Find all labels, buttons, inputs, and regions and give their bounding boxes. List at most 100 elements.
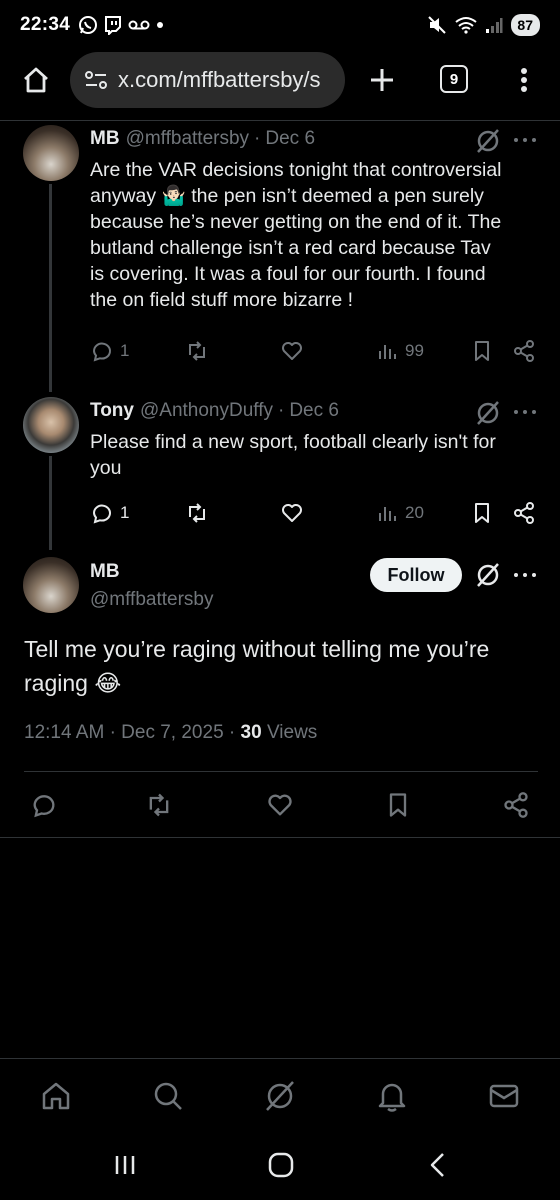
repost-icon — [189, 503, 205, 523]
bookmark-icon — [475, 341, 489, 361]
twitch-icon — [105, 16, 122, 35]
views-button[interactable]: 20 — [375, 501, 424, 525]
author-handle[interactable]: @mffbattersby — [90, 589, 213, 611]
like-button[interactable] — [280, 501, 304, 525]
reply-button[interactable]: 1 — [90, 501, 129, 525]
main-tweet-text: Tell me you’re raging without telling me… — [24, 636, 490, 696]
mute-icon — [428, 16, 447, 34]
repost-icon — [149, 793, 169, 817]
tweet-text: Are the VAR decisions tonight that contr… — [90, 159, 502, 311]
heart-icon — [282, 342, 302, 360]
thread-connector — [49, 184, 52, 392]
reply-icon — [33, 795, 55, 818]
url-text[interactable]: x.com/mffbattersby/s — [118, 67, 321, 93]
browser-menu-button[interactable] — [512, 62, 536, 98]
toolbar-divider — [0, 120, 560, 121]
views-label: Views — [266, 722, 318, 743]
share-button[interactable] — [512, 339, 536, 363]
reply-button[interactable]: 1 — [90, 339, 129, 363]
grok-icon[interactable] — [475, 128, 501, 154]
author-handle[interactable]: @AnthonyDuffy — [140, 400, 273, 422]
home-button-icon[interactable] — [267, 1151, 295, 1179]
tweet-time[interactable]: 12:14 AM — [24, 722, 104, 743]
share-icon — [504, 792, 528, 818]
share-button[interactable] — [512, 501, 536, 525]
author-name[interactable]: MB — [90, 561, 120, 583]
view-count: 99 — [405, 341, 424, 360]
home-button[interactable] — [18, 62, 54, 98]
tweet-actions: 1 99 — [90, 339, 540, 367]
bookmark-icon — [389, 793, 407, 817]
thread-connector — [49, 456, 52, 550]
grok-icon[interactable] — [263, 1079, 297, 1113]
more-options-icon[interactable] — [514, 136, 536, 144]
tweet-date[interactable]: Dec 6 — [289, 400, 339, 422]
views-button[interactable]: 99 — [375, 339, 424, 363]
grok-icon[interactable] — [475, 562, 501, 588]
back-icon[interactable] — [426, 1151, 450, 1179]
main-tweet-actions — [30, 791, 530, 819]
like-button[interactable] — [266, 791, 294, 819]
heart-icon — [282, 504, 302, 522]
tweet-actions: 1 20 — [90, 501, 540, 529]
voicemail-icon — [128, 20, 150, 30]
bookmark-button[interactable] — [470, 501, 494, 525]
bookmark-icon — [475, 503, 489, 523]
share-button[interactable] — [502, 791, 530, 819]
avatar[interactable] — [23, 125, 79, 181]
reply-count: 1 — [120, 341, 130, 360]
avatar[interactable] — [23, 557, 79, 613]
bookmark-button[interactable] — [470, 339, 494, 363]
status-time: 22:34 — [20, 14, 71, 35]
author-handle[interactable]: @mffbattersby — [126, 128, 249, 150]
browser-toolbar: x.com/mffbattersby/s 9 — [0, 50, 560, 112]
tweet-meta: 12:14 AM · Dec 7, 2025 · 30 Views — [24, 722, 318, 743]
home-icon[interactable] — [39, 1079, 73, 1113]
repost-icon — [189, 341, 205, 361]
recent-apps-icon[interactable] — [112, 1152, 138, 1178]
tweet-date[interactable]: Dec 6 — [265, 128, 315, 150]
main-author-handle: @mffbattersby — [90, 589, 213, 611]
messages-icon[interactable] — [487, 1079, 521, 1113]
status-bar: 22:34 87 — [0, 0, 560, 50]
avatar[interactable] — [23, 397, 79, 453]
repost-button[interactable] — [185, 501, 209, 525]
author-name[interactable]: Tony — [90, 400, 134, 422]
tab-switcher-button[interactable]: 9 — [440, 65, 468, 93]
like-button[interactable] — [280, 339, 304, 363]
more-options-icon[interactable] — [514, 571, 536, 579]
share-icon — [514, 502, 534, 524]
reply-icon — [92, 342, 111, 362]
signal-icon — [486, 18, 503, 33]
analytics-icon — [379, 507, 396, 521]
system-navigation — [0, 1134, 560, 1200]
more-options-icon[interactable] — [514, 408, 536, 416]
search-icon[interactable] — [151, 1079, 185, 1113]
bookmark-button[interactable] — [384, 791, 412, 819]
notification-icons — [78, 15, 165, 35]
meta-divider — [24, 771, 538, 772]
author-name[interactable]: MB — [90, 128, 120, 150]
status-right: 87 — [427, 14, 540, 36]
analytics-icon — [379, 345, 396, 359]
tweet-full-date[interactable]: Dec 7, 2025 — [121, 722, 223, 743]
thread-end-divider — [0, 837, 560, 838]
new-tab-button[interactable] — [366, 64, 398, 96]
share-icon — [514, 340, 534, 362]
repost-button[interactable] — [185, 339, 209, 363]
repost-button[interactable] — [145, 791, 173, 819]
plus-icon — [371, 69, 393, 91]
whatsapp-icon — [79, 16, 98, 34]
follow-button[interactable]: Follow — [370, 558, 462, 592]
bottom-nav — [0, 1058, 560, 1134]
reply-button[interactable] — [30, 791, 58, 819]
notifications-icon[interactable] — [375, 1079, 409, 1113]
home-icon — [24, 67, 48, 93]
view-count: 20 — [405, 503, 424, 522]
tweet-header: MB @mffbattersby · Dec 6 — [90, 128, 316, 150]
site-settings-icon[interactable] — [84, 69, 108, 91]
grok-icon[interactable] — [475, 400, 501, 426]
tweet-header: Tony @AnthonyDuffy · Dec 6 — [90, 400, 339, 422]
dot-icon — [157, 22, 164, 28]
url-bar[interactable]: x.com/mffbattersby/s — [70, 52, 345, 108]
